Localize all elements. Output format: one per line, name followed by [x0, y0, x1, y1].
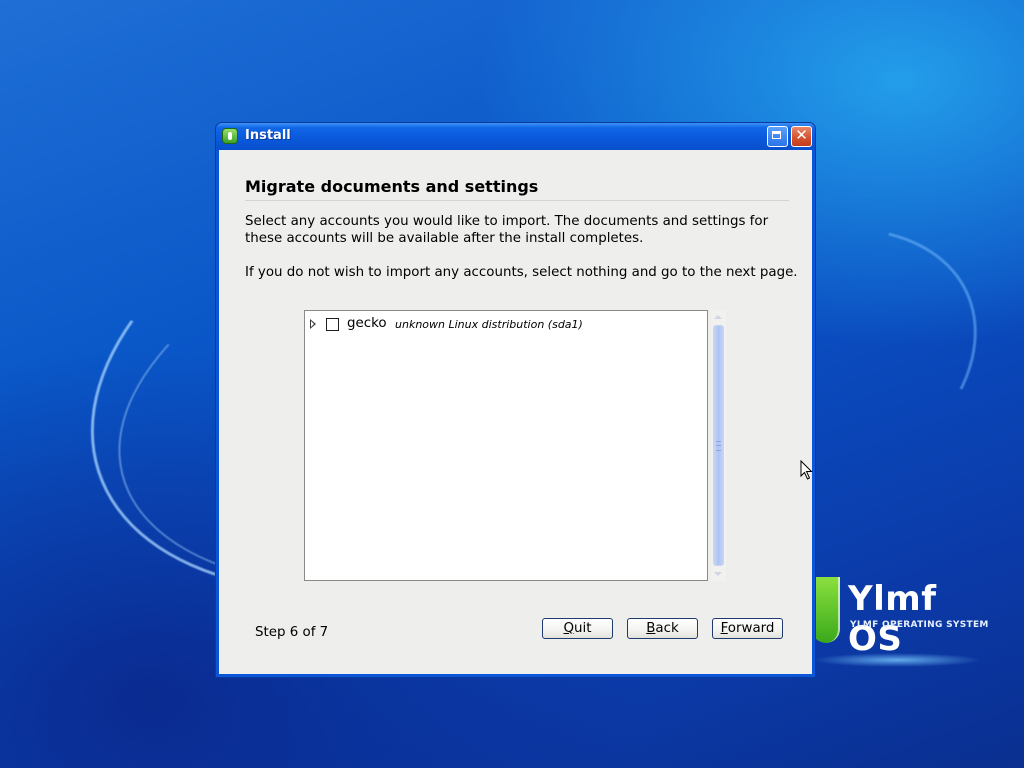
- account-list: gecko unknown Linux distribution (sda1): [304, 310, 708, 581]
- maximize-button[interactable]: [767, 126, 788, 147]
- install-window: Install ✕ Migrate documents and settings…: [215, 122, 816, 678]
- scroll-up-icon[interactable]: [714, 315, 722, 319]
- scroll-down-icon[interactable]: [714, 572, 722, 576]
- forward-mnemonic: F: [720, 621, 728, 636]
- heading-divider: [245, 200, 789, 201]
- forward-label: orward: [727, 621, 775, 636]
- account-checkbox[interactable]: [326, 318, 339, 331]
- grip-icon: [716, 441, 721, 451]
- back-label: ack: [655, 621, 679, 636]
- window-content: Migrate documents and settings Select an…: [219, 150, 812, 674]
- account-list-scrollbar[interactable]: [711, 310, 726, 581]
- account-name: gecko: [347, 316, 387, 331]
- step-indicator: Step 6 of 7: [255, 625, 329, 640]
- account-detail: unknown Linux distribution (sda1): [395, 318, 583, 331]
- brand-tagline: YLMF OPERATING SYSTEM: [850, 620, 989, 630]
- list-item[interactable]: gecko unknown Linux distribution (sda1): [305, 316, 705, 334]
- forward-button[interactable]: Forward: [712, 618, 783, 639]
- close-button[interactable]: ✕: [791, 126, 812, 147]
- installer-icon: [222, 128, 238, 144]
- instructions-line-2: these accounts will be available after t…: [245, 231, 644, 246]
- desktop-background: Ylmf OS YLMF OPERATING SYSTEM Install ✕ …: [0, 0, 1024, 768]
- window-title: Install: [245, 128, 291, 143]
- brand-mark-icon: [812, 577, 840, 643]
- chevron-right-icon[interactable]: [310, 319, 316, 329]
- quit-label: uit: [574, 621, 592, 636]
- page-title: Migrate documents and settings: [245, 177, 539, 196]
- instructions-line-1: Select any accounts you would like to im…: [245, 214, 769, 229]
- window-titlebar[interactable]: Install ✕: [216, 123, 815, 150]
- scroll-thumb[interactable]: [713, 325, 724, 566]
- brand-glow: [812, 653, 982, 667]
- os-brand-logo: Ylmf OS YLMF OPERATING SYSTEM: [812, 575, 992, 670]
- quit-mnemonic: Q: [563, 621, 575, 636]
- close-icon: ✕: [795, 126, 808, 144]
- brand-name: Ylmf OS: [848, 579, 937, 659]
- mouse-pointer-icon: [800, 460, 813, 480]
- back-button[interactable]: Back: [627, 618, 698, 639]
- instructions-skip-note: If you do not wish to import any account…: [245, 265, 798, 280]
- quit-button[interactable]: Quit: [542, 618, 613, 639]
